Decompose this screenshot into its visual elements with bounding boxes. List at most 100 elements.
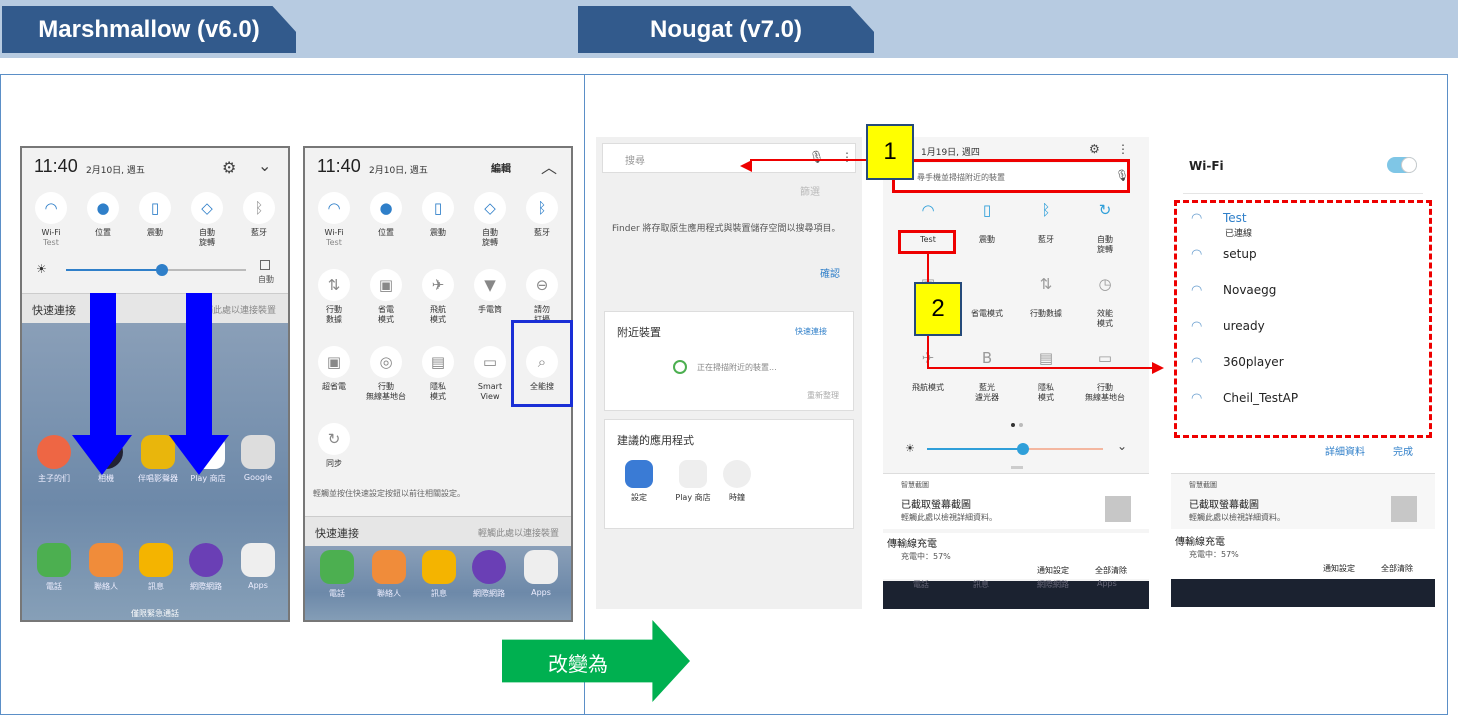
app-icon[interactable]: Google — [238, 435, 278, 482]
m2-tile[interactable]: ▣ 超省電 — [309, 346, 359, 392]
app-clock[interactable]: 時鐘 — [717, 460, 757, 503]
tile-icon: ᛒ — [1041, 201, 1051, 219]
app-label: 時鐘 — [729, 493, 745, 502]
n2-tile[interactable]: ▯ 震動 — [958, 201, 1016, 245]
notif-settings-button[interactable]: 通知設定 — [1037, 565, 1069, 576]
mic-icon[interactable]: 🎙 — [809, 150, 824, 164]
n1-search-bar[interactable]: 搜尋 🎙 ⋮ — [602, 143, 856, 173]
notif-app: 智慧截圖 — [901, 481, 929, 489]
more-icon[interactable]: ⋮ — [1117, 142, 1129, 156]
charge-title: 傳輸線充電 — [887, 539, 937, 550]
m2-tile[interactable]: ↻ 同步 — [309, 423, 359, 469]
dock-label[interactable]: 訊息 — [973, 579, 989, 590]
n2-tile[interactable]: B 藍光 濾光器 — [958, 349, 1016, 403]
m2-tile[interactable]: ● 位置 — [361, 192, 411, 238]
gear-icon[interactable]: ⚙ — [222, 158, 236, 177]
m2-quick-connect[interactable]: 快速連接 輕觸此處以連接裝置 — [305, 516, 571, 546]
m1-tile-wifi[interactable]: ◠ Wi-Fi Test — [26, 192, 76, 247]
app-icon[interactable]: 伴唱影聲器 — [138, 435, 178, 484]
done-button[interactable]: 完成 — [1393, 443, 1413, 458]
auto-checkbox[interactable] — [260, 260, 270, 270]
dock-icon[interactable]: 電話 — [34, 543, 74, 592]
m2-tile[interactable]: ⊖ 請勿 打擾 — [517, 269, 567, 325]
tile-label: 飛航模式 — [912, 383, 944, 392]
m2-tile[interactable]: ▯ 震動 — [413, 192, 463, 238]
m2-tile[interactable]: ▼ 手電筒 — [465, 269, 515, 315]
dock-icon[interactable]: 訊息 — [419, 550, 459, 599]
dock-label: Apps — [248, 581, 268, 590]
dock-label[interactable]: Apps — [1097, 579, 1117, 588]
dock-label[interactable]: 網際網路 — [1037, 579, 1069, 590]
chevron-down-icon[interactable]: ⌄ — [258, 156, 271, 175]
m1-quick-connect[interactable]: 快速連接 輕觸此處以連接裝置 — [22, 293, 288, 323]
n2-brightness-slider[interactable] — [927, 443, 1103, 455]
m2-tile[interactable]: ▭ Smart View — [465, 346, 515, 402]
dock-icon[interactable]: 訊息 — [136, 543, 176, 592]
suggested-apps-card: 建議的應用程式 設定 Play 商店 時鐘 — [604, 419, 854, 529]
tile-icon: ⊖ — [526, 269, 558, 301]
app-icon[interactable]: 主子的们 — [34, 435, 74, 484]
more-icon[interactable]: ⋮ — [841, 150, 853, 164]
quick-connect-link[interactable]: 快速連接 — [795, 326, 827, 337]
page-dot — [1019, 423, 1023, 427]
charging-notification[interactable]: 傳輸線充電 充電中：57% 通知設定 全部清除 — [883, 533, 1149, 579]
wifi-toggle[interactable] — [1387, 157, 1417, 173]
dock-icon[interactable]: 聯絡人 — [369, 550, 409, 599]
clear-all-button[interactable]: 全部清除 — [1381, 563, 1413, 574]
app-settings[interactable]: 設定 — [619, 460, 659, 503]
confirm-button[interactable]: 確認 — [820, 265, 840, 280]
dock-icon[interactable]: 網際網路 — [469, 550, 509, 599]
chevron-up-icon[interactable]: ︿ — [541, 154, 557, 178]
location-icon: ● — [87, 192, 119, 224]
n1-finder: 搜尋 🎙 ⋮ 篩選 Finder 將存取原生應用程式與裝置儲存空間以搜尋項目。 … — [596, 137, 862, 609]
dock-icon[interactable]: 聯絡人 — [86, 543, 126, 592]
m2-tile[interactable]: ◎ 行動 無線基地台 — [361, 346, 411, 402]
tile-label: 手電筒 — [478, 305, 502, 314]
gear-icon[interactable]: ⚙ — [1089, 142, 1100, 156]
m1-tile-bluetooth[interactable]: ᛒ 藍牙 — [234, 192, 284, 238]
nearby-devices-card: 附近裝置 快速連接 正在掃描附近的裝置... 重新整理 — [604, 311, 854, 411]
n2-tile[interactable]: ▭ 行動 無線基地台 — [1076, 349, 1134, 403]
details-button[interactable]: 詳細資料 — [1325, 443, 1365, 458]
vibrate-icon: ▯ — [139, 192, 171, 224]
n2-tile[interactable]: ↻ 自動 旋轉 — [1076, 201, 1134, 255]
n2-tile[interactable]: ᛒ 藍牙 — [1017, 201, 1075, 245]
quick-connect-label: 快速連接 — [32, 304, 76, 317]
m2-tile[interactable]: ✈ 飛航 模式 — [413, 269, 463, 325]
m2-tile[interactable]: ᛒ 藍牙 — [517, 192, 567, 238]
m1-tile-rotate[interactable]: ◇ 自動 旋轉 — [182, 192, 232, 248]
m1-tile-location[interactable]: ● 位置 — [78, 192, 128, 238]
m1-brightness-slider[interactable] — [66, 264, 246, 276]
screenshot-notification[interactable]: 智慧截圖 已截取螢幕截圖 輕觸此處以檢視詳細資料。 — [1171, 473, 1435, 529]
screenshot-notification[interactable]: 智慧截圖 已截取螢幕截圖 輕觸此處以檢視詳細資料。 — [883, 473, 1149, 529]
m2-tile[interactable]: ◠ Wi-Fi Test — [309, 192, 359, 247]
edit-button[interactable]: 編輯 — [491, 160, 511, 175]
m1-tile-vibrate[interactable]: ▯ 震動 — [130, 192, 180, 238]
n2-tile[interactable]: ◷ 效能 模式 — [1076, 275, 1134, 329]
dock-icon[interactable]: 網際網路 — [186, 543, 226, 592]
drag-handle[interactable] — [1011, 466, 1023, 469]
chevron-down-icon[interactable]: ⌄ — [1117, 439, 1127, 453]
tile-icon: ◇ — [474, 192, 506, 224]
tile-label: 行動數據 — [1030, 309, 1062, 318]
notif-body: 輕觸此處以檢視詳細資料。 — [1189, 513, 1285, 522]
app-play-store[interactable]: Play 商店 — [665, 460, 721, 503]
rescan-button[interactable]: 重新整理 — [807, 390, 839, 401]
charging-notification[interactable]: 傳輸線充電 充電中：57% 通知設定 全部清除 — [1171, 531, 1435, 577]
m2-tile[interactable]: ▤ 隱私 模式 — [413, 346, 463, 402]
dock-label[interactable]: 電話 — [913, 579, 929, 590]
m2-tile[interactable]: ⇅ 行動 數據 — [309, 269, 359, 325]
quick-connect-hint: 輕觸此處以連接裝置 — [477, 529, 559, 539]
n2-tile[interactable]: ⇅ 行動數據 — [1017, 275, 1075, 319]
notif-settings-button[interactable]: 通知設定 — [1323, 563, 1355, 574]
filter-button[interactable]: 篩選 — [800, 183, 820, 198]
n2-tile[interactable]: 省電模式 — [958, 275, 1016, 319]
m2-tile[interactable]: ◇ 自動 旋轉 — [465, 192, 515, 248]
clear-all-button[interactable]: 全部清除 — [1095, 565, 1127, 576]
m2-tile[interactable]: ▣ 省電 模式 — [361, 269, 411, 325]
dock-icon[interactable]: 電話 — [317, 550, 357, 599]
dock-icon[interactable]: Apps — [521, 550, 561, 597]
n2-tile[interactable]: ▤ 隱私 模式 — [1017, 349, 1075, 403]
emergency-call[interactable]: 僅限緊急通話 — [22, 608, 288, 619]
dock-icon[interactable]: Apps — [238, 543, 278, 590]
